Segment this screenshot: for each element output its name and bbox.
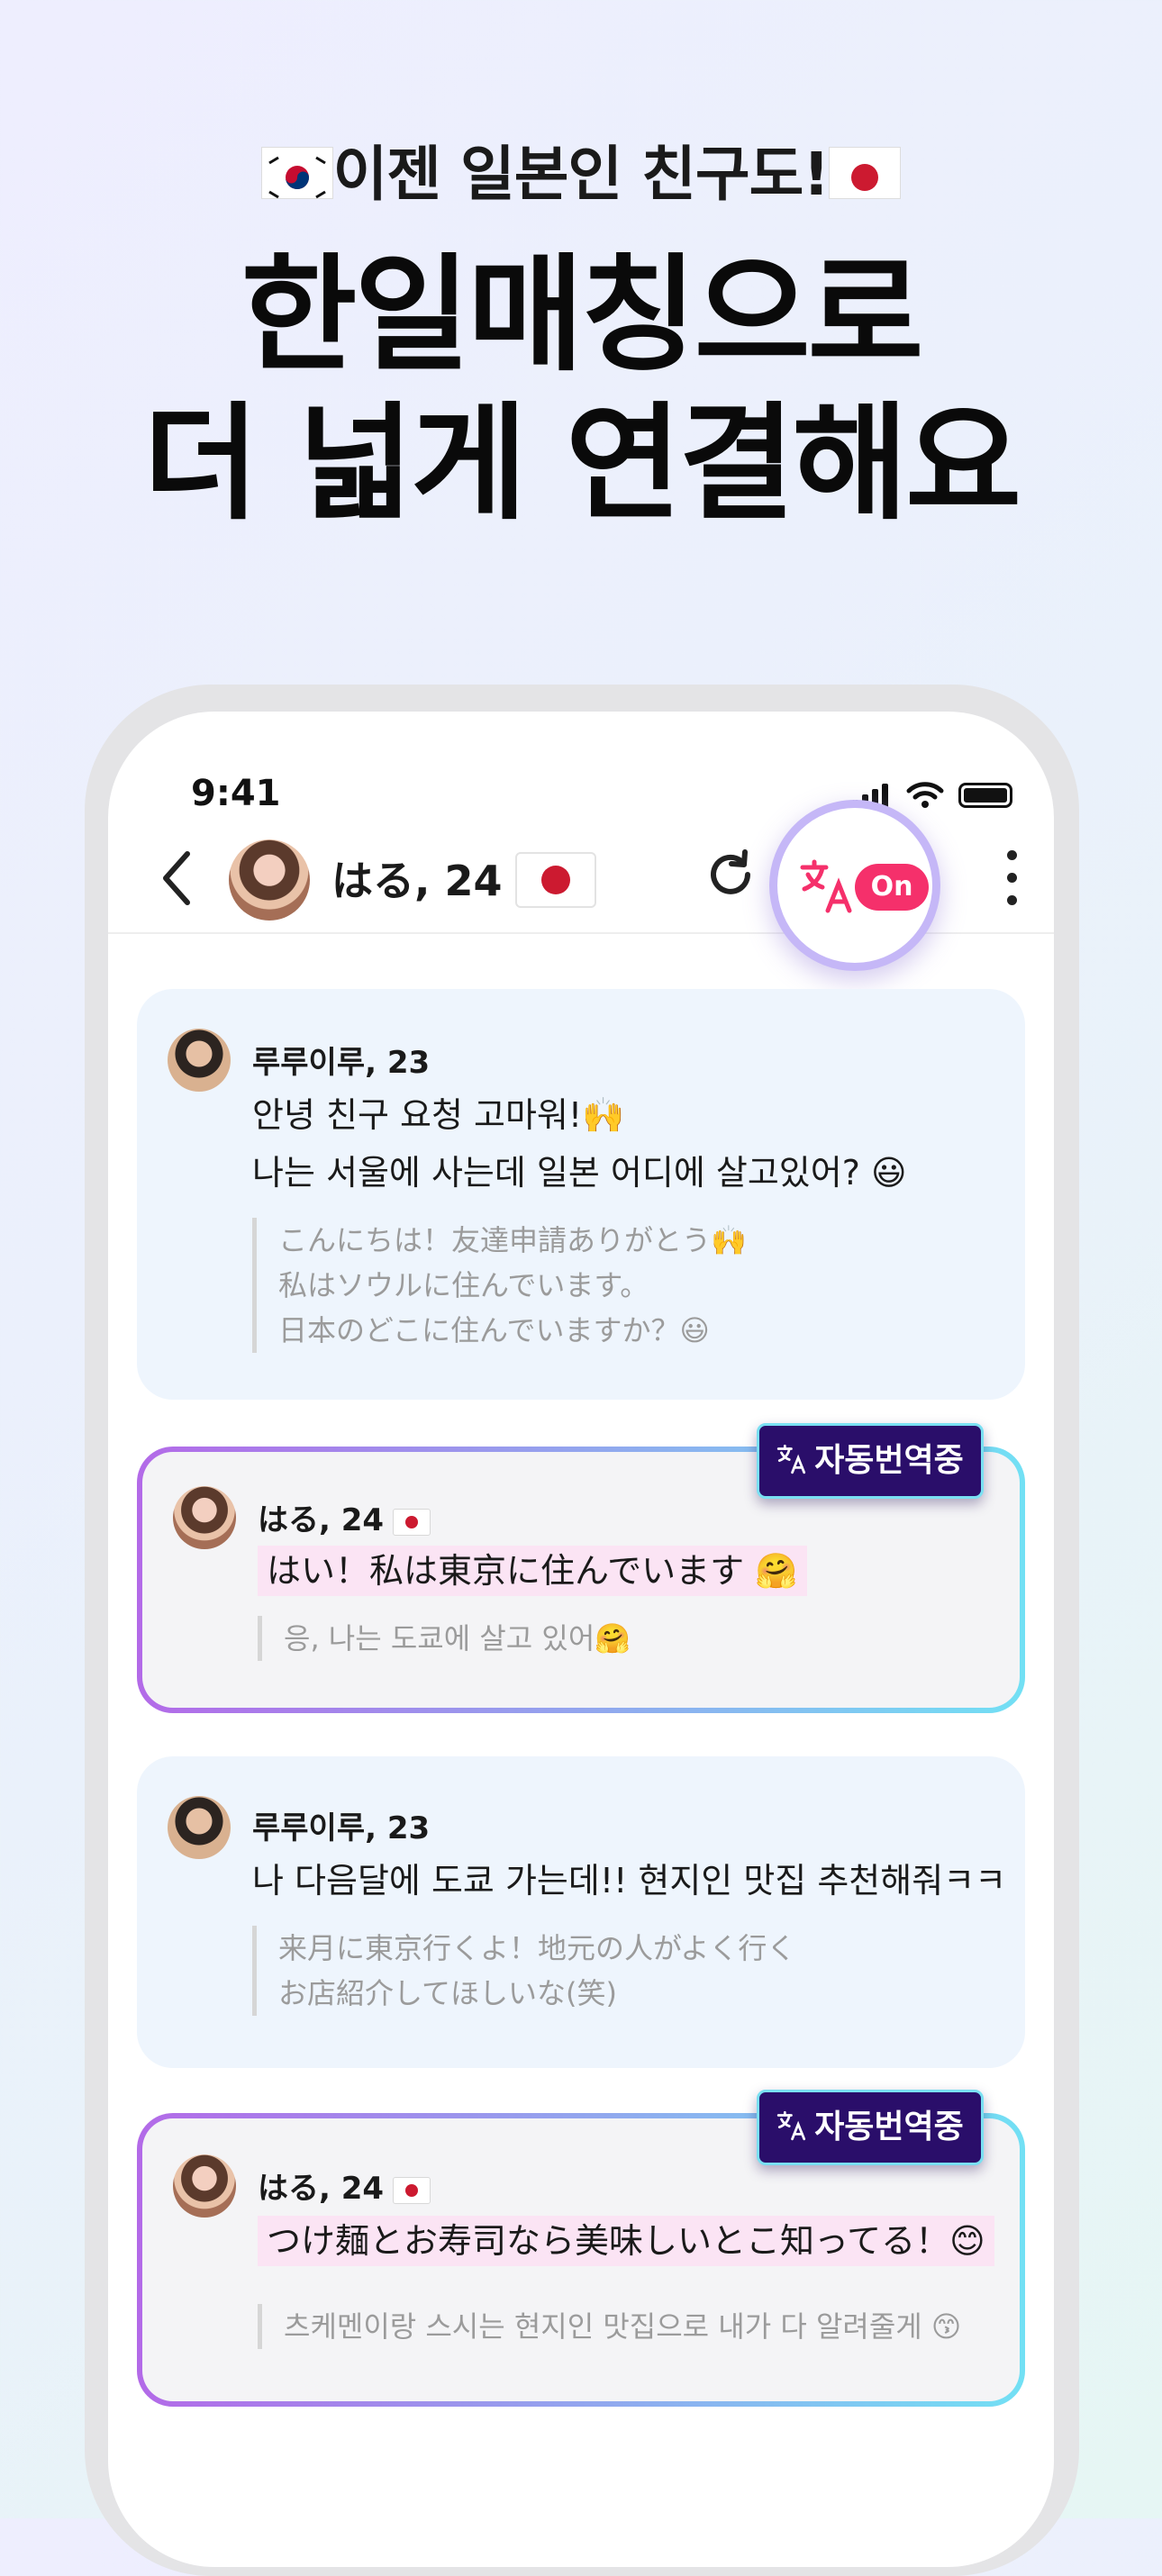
sender-name-text: はる, 24 bbox=[258, 2171, 385, 2207]
sender-avatar[interactable] bbox=[168, 1029, 231, 1092]
message-bubble: 루루이루, 23 안녕 친구 요청 고마워!🙌 나는 서울에 사는데 일본 어디… bbox=[137, 989, 1025, 1400]
korea-flag-icon bbox=[260, 146, 333, 199]
translation-line: 응, 나는 도쿄에 살고 있어🤗 bbox=[284, 1621, 631, 1655]
headline-line-1: 한일매칭으로 bbox=[241, 242, 924, 389]
partner-name[interactable]: はる, 24 bbox=[331, 848, 503, 908]
sender-avatar[interactable] bbox=[168, 1796, 231, 1859]
chat-header: はる, 24 On bbox=[108, 800, 1054, 971]
auto-translating-badge: 자동번역중 bbox=[757, 2090, 984, 2165]
translate-icon bbox=[800, 859, 852, 913]
status-time: 9:41 bbox=[191, 773, 281, 814]
badge-label: 자동번역중 bbox=[814, 2109, 964, 2145]
toggle-on-label[interactable]: On bbox=[855, 864, 929, 911]
battery-icon bbox=[958, 783, 1012, 808]
promo-subtitle-text: 이젠 일본인 친구도! bbox=[332, 140, 831, 209]
message-bubble: 루루이루, 23 나 다음달에 도쿄 가는데!! 현지인 맛집 추천해줘ㅋㅋ 来… bbox=[137, 1756, 1025, 2068]
translation-line: こんにちは！友達申請ありがとう🙌 bbox=[278, 1223, 747, 1257]
message-line: つけ麺とお寿司なら美味しいとこ知ってる！😊 bbox=[258, 2216, 994, 2266]
status-bar: 9:41 bbox=[108, 773, 1054, 827]
refresh-icon[interactable] bbox=[703, 847, 758, 903]
translation-text: 来月に東京行くよ！地元の人がよく行く お店紹介してほしいな(笑) bbox=[252, 1926, 795, 2016]
auto-translate-toggle[interactable]: On bbox=[769, 800, 940, 971]
translation-line: 来月に東京行くよ！地元の人がよく行く bbox=[278, 1931, 796, 1965]
phone-screen: 9:41 はる, 24 On 루루이루, 23 안녕 친구 요청 고마워!🙌 나… bbox=[108, 712, 1054, 2567]
translation-text: 츠케멘이랑 스시는 현지인 맛집으로 내가 다 알려줄게 😙 bbox=[258, 2304, 961, 2349]
translation-text: 응, 나는 도쿄에 살고 있어🤗 bbox=[258, 1616, 631, 1661]
sender-name: はる, 24 bbox=[258, 2163, 431, 2208]
message-text: はい！私は東京に住んでいます 🤗 bbox=[258, 1542, 807, 1600]
message-line: はい！私は東京に住んでいます 🤗 bbox=[258, 1546, 807, 1596]
translate-icon bbox=[777, 1444, 806, 1474]
translation-text: こんにちは！友達申請ありがとう🙌 私はソウルに住んでいます。 日本のどこに住んで… bbox=[252, 1218, 747, 1353]
japan-flag-icon bbox=[515, 852, 596, 908]
translation-line: 日本のどこに住んでいますか？😃 bbox=[278, 1313, 710, 1347]
headline-line-2: 더 넓게 연결해요 bbox=[142, 391, 1021, 538]
message-text: つけ麺とお寿司なら美味しいとこ知ってる！😊 bbox=[258, 2212, 994, 2270]
message-line: 안녕 친구 요청 고마워!🙌 bbox=[252, 1095, 625, 1135]
message-text: 나 다음달에 도쿄 가는데!! 현지인 맛집 추천해줘ㅋㅋ bbox=[252, 1852, 1006, 1909]
sender-name: はる, 24 bbox=[258, 1495, 431, 1539]
badge-label: 자동번역중 bbox=[814, 1442, 964, 1479]
back-arrow-icon[interactable] bbox=[155, 847, 200, 910]
promo-headline: 한일매칭으로 더 넓게 연결해요 bbox=[0, 241, 1162, 539]
japan-flag-icon bbox=[829, 146, 902, 199]
japan-flag-icon bbox=[393, 1508, 431, 1536]
sender-name: 루루이루, 23 bbox=[252, 1045, 431, 1081]
partner-avatar[interactable] bbox=[229, 839, 310, 921]
translate-icon bbox=[777, 2110, 806, 2141]
promo-subtitle: 이젠 일본인 친구도! bbox=[0, 126, 1162, 213]
translation-line: お店紹介してほしいな(笑) bbox=[278, 1976, 618, 2010]
sender-avatar[interactable] bbox=[173, 1486, 236, 1549]
more-options-icon[interactable] bbox=[1005, 850, 1018, 908]
sender-avatar[interactable] bbox=[173, 2154, 236, 2218]
message-text: 안녕 친구 요청 고마워!🙌 나는 서울에 사는데 일본 어디에 살고있어? 😃 bbox=[252, 1086, 907, 1202]
translation-line: 츠케멘이랑 스시는 현지인 맛집으로 내가 다 알려줄게 😙 bbox=[284, 2309, 962, 2344]
translation-line: 私はソウルに住んでいます。 bbox=[278, 1268, 649, 1302]
auto-translating-badge: 자동번역중 bbox=[757, 1423, 984, 1499]
japan-flag-icon bbox=[393, 2176, 431, 2204]
message-line: 나 다음달에 도쿄 가는데!! 현지인 맛집 추천해줘ㅋㅋ bbox=[252, 1861, 1007, 1900]
sender-name-text: はる, 24 bbox=[258, 1502, 385, 1538]
wifi-icon bbox=[906, 782, 944, 808]
message-line: 나는 서울에 사는데 일본 어디에 살고있어? 😃 bbox=[252, 1153, 907, 1193]
sender-name: 루루이루, 23 bbox=[252, 1810, 431, 1846]
